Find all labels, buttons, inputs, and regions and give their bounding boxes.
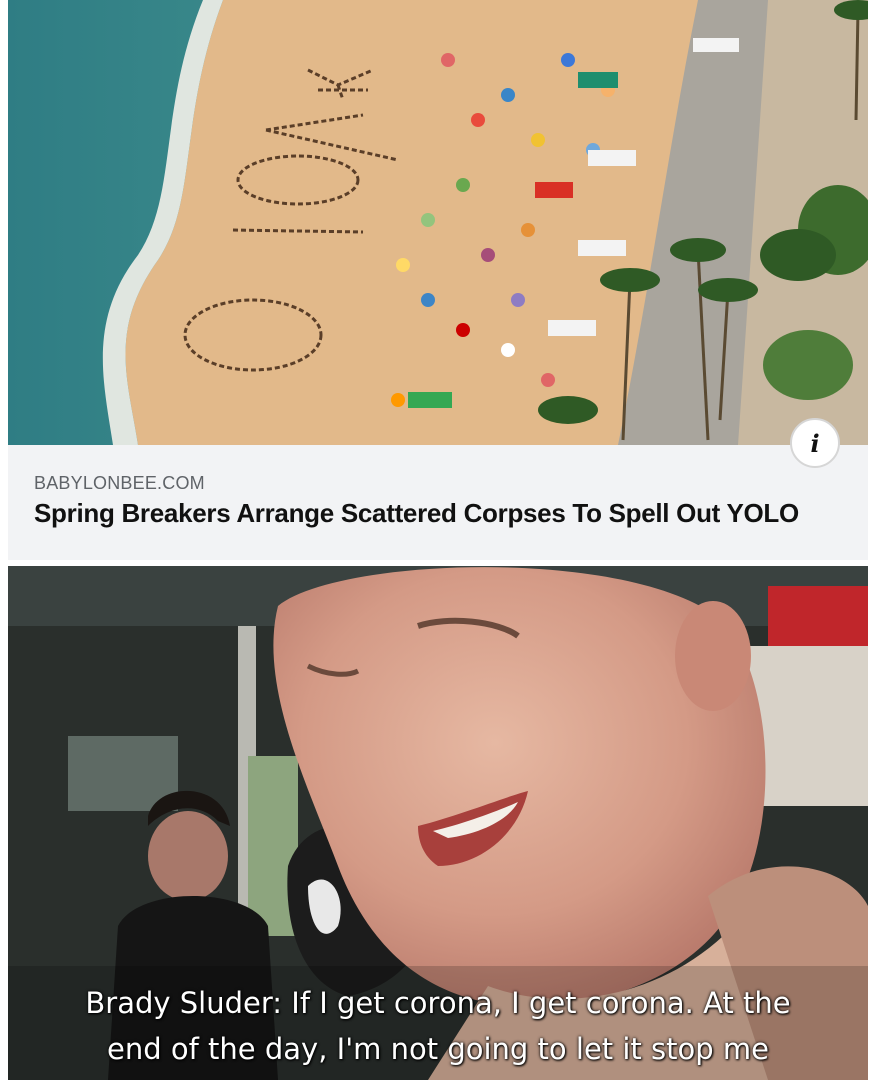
article-source[interactable]: BABYLONBEE.COM [34, 473, 205, 494]
beach-photo[interactable] [8, 0, 868, 445]
info-icon[interactable]: i [790, 418, 840, 468]
subtitle-line-1: Brady Sluder: If I get corona, I get cor… [85, 986, 791, 1020]
video-subtitle: Brady Sluder: If I get corona, I get cor… [0, 980, 876, 1072]
beach-illustration [8, 0, 868, 445]
article-card[interactable]: i BABYLONBEE.COM Spring Breakers Arrange… [8, 0, 868, 560]
subtitle-line-2: end of the day, I'm not going to let it … [107, 1032, 769, 1066]
article-headline[interactable]: Spring Breakers Arrange Scattered Corpse… [34, 497, 854, 530]
